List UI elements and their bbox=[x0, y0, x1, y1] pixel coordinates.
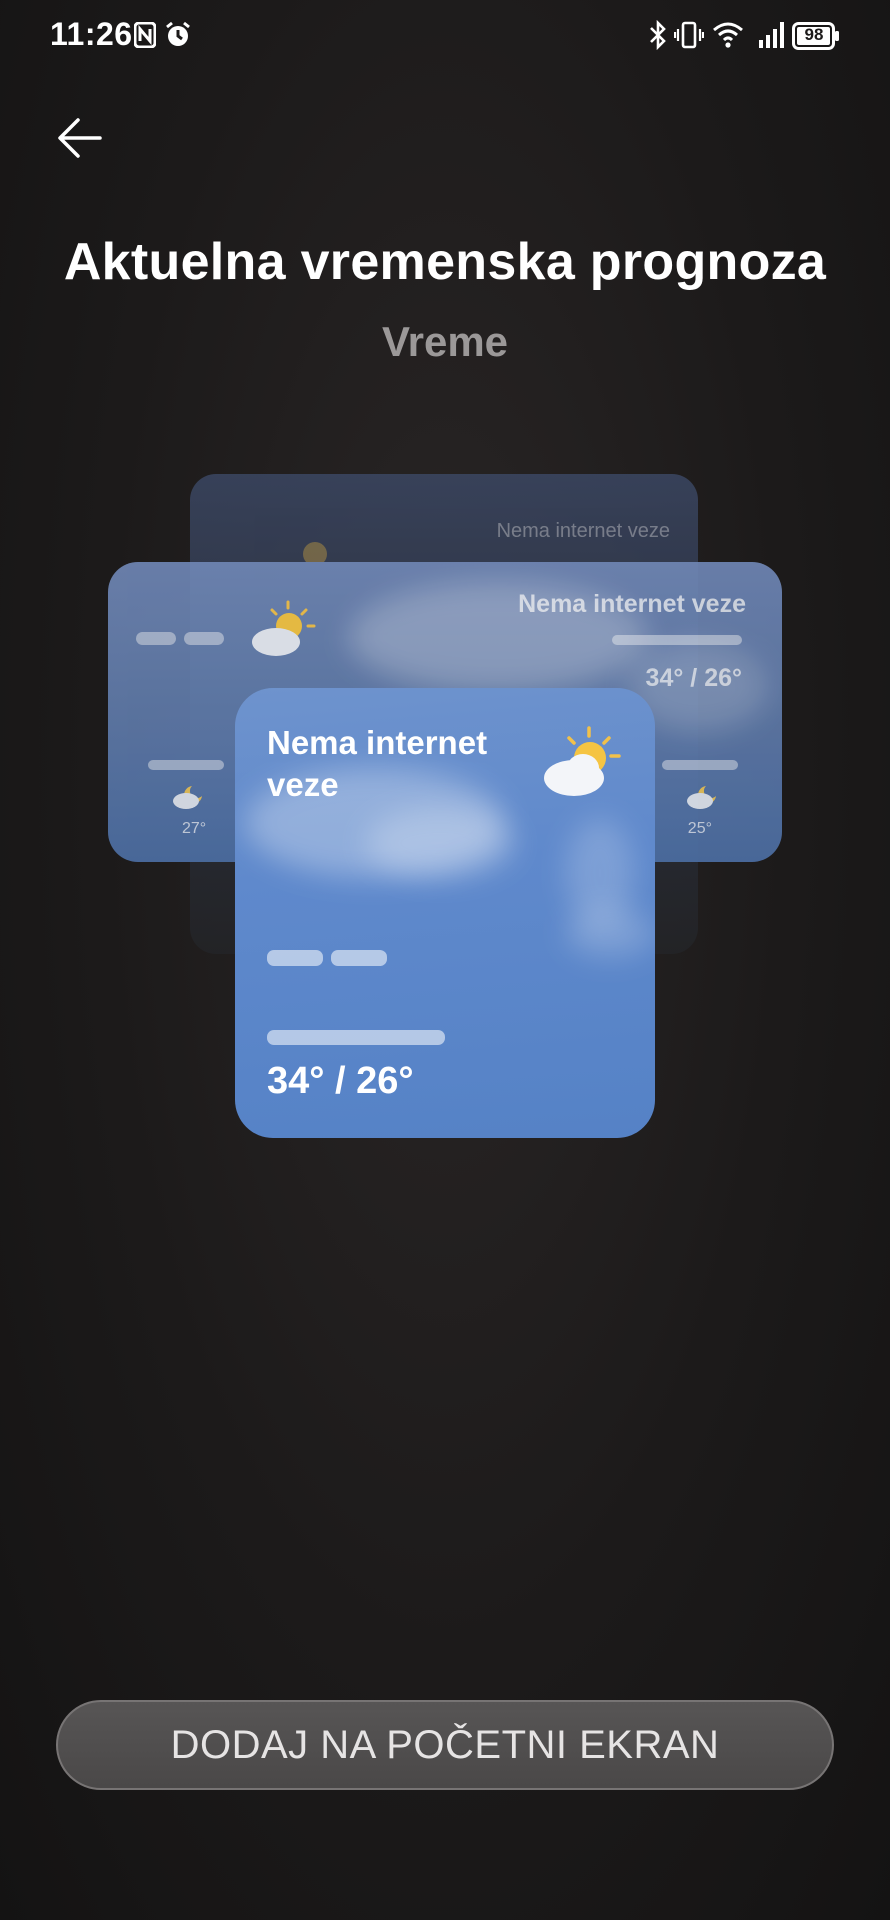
middle-card-left-temp: 27° bbox=[182, 820, 207, 837]
partly-cloudy-night-icon bbox=[686, 782, 722, 815]
bluetooth-icon bbox=[648, 19, 668, 55]
battery-level: 98 bbox=[804, 25, 824, 44]
placeholder-bar bbox=[267, 1030, 445, 1045]
middle-card-right-temp: 25° bbox=[687, 820, 712, 837]
placeholder-bar bbox=[267, 950, 323, 966]
front-card-temp-range: 34° / 26° bbox=[267, 1060, 414, 1102]
add-to-home-button[interactable]: DODAJ NA POČETNI EKRAN bbox=[56, 1700, 834, 1790]
placeholder-bar bbox=[662, 760, 738, 770]
wifi-icon bbox=[712, 20, 744, 55]
alarm-icon bbox=[164, 21, 192, 54]
placeholder-bar bbox=[136, 632, 176, 645]
placeholder-bar bbox=[148, 760, 224, 770]
partly-cloudy-night-icon bbox=[172, 782, 208, 815]
vibrate-icon bbox=[673, 20, 705, 55]
nfc-icon bbox=[133, 21, 157, 53]
status-bar: 11:26 98 bbox=[0, 0, 890, 72]
page-title: Aktuelna vremenska prognoza bbox=[63, 233, 827, 291]
placeholder-bar bbox=[184, 632, 224, 645]
middle-card-temp-range: 34° / 26° bbox=[645, 664, 742, 692]
back-card-status: Nema internet veze bbox=[496, 520, 670, 542]
back-arrow-icon bbox=[58, 118, 102, 158]
battery-icon: 98 bbox=[792, 22, 840, 55]
front-card-status: Nema internet veze bbox=[267, 724, 488, 803]
status-time: 11:26 bbox=[50, 16, 133, 52]
middle-card-status: Nema internet veze bbox=[518, 590, 746, 618]
signal-icon bbox=[758, 20, 786, 55]
placeholder-bar bbox=[612, 635, 742, 645]
partly-sunny-icon bbox=[537, 722, 627, 807]
back-button[interactable] bbox=[52, 108, 112, 168]
partly-sunny-icon bbox=[244, 596, 324, 667]
widget-preview-front-card: Nema internet veze 34° / 26° bbox=[235, 688, 655, 1138]
placeholder-bar bbox=[331, 950, 387, 966]
page-subtitle: Vreme bbox=[381, 318, 509, 365]
